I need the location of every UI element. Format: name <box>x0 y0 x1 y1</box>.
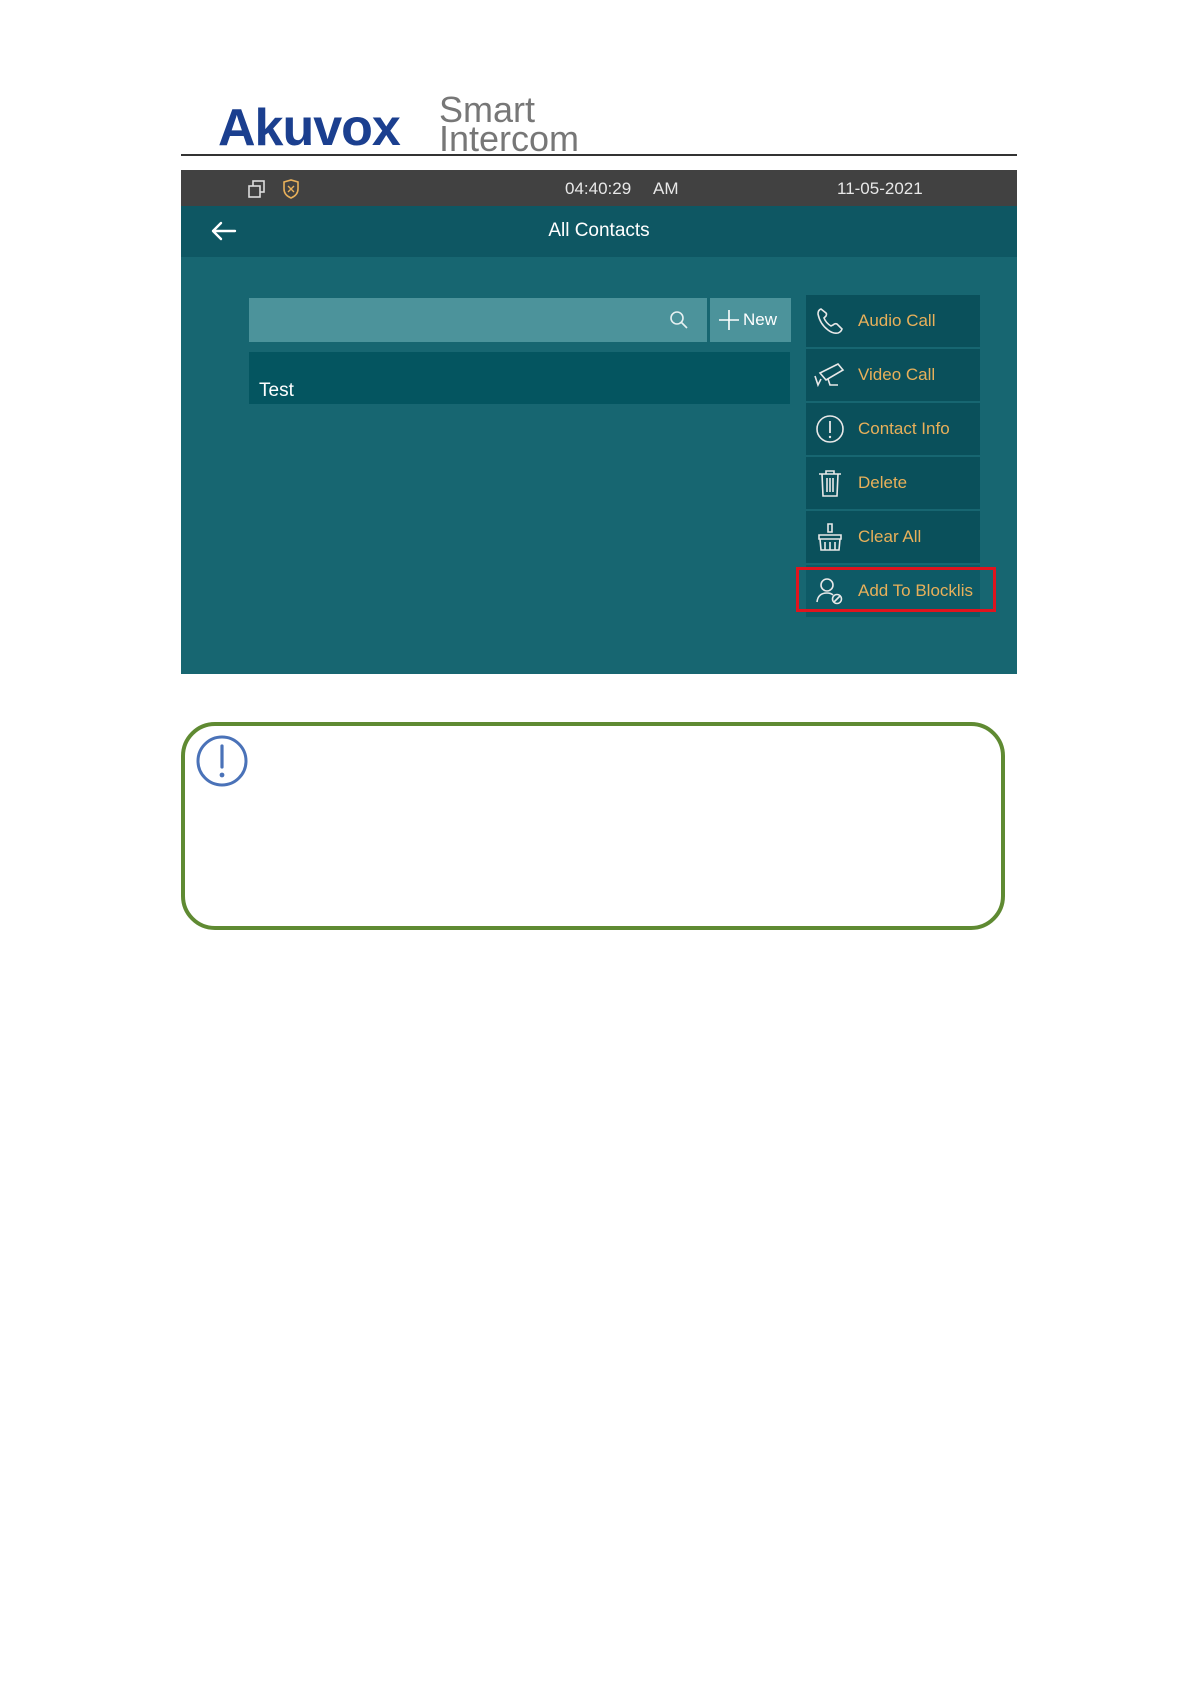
device-screen: 04:40:29 AM 11-05-2021 All Contacts New … <box>181 170 1017 674</box>
contact-list-item[interactable]: Test <box>249 352 790 404</box>
new-button-label: New <box>743 310 778 329</box>
broom-icon <box>818 523 842 551</box>
header-divider <box>181 154 1017 156</box>
phone-icon <box>817 308 843 334</box>
status-bar: 04:40:29 AM 11-05-2021 <box>181 170 1017 206</box>
logo-brand-text: Akuvox <box>218 99 401 157</box>
contact-name: Test <box>259 380 294 401</box>
video-call-button[interactable]: Video Call <box>806 349 980 403</box>
title-bar: All Contacts <box>181 206 1017 257</box>
contact-info-label: Contact Info <box>858 419 950 438</box>
status-ampm: AM <box>653 179 679 198</box>
highlight-annotation <box>796 567 996 612</box>
trash-icon <box>819 470 841 497</box>
new-contact-button[interactable]: New <box>710 298 791 342</box>
search-input[interactable] <box>249 298 707 342</box>
note-box <box>181 722 1005 930</box>
page-title: All Contacts <box>548 220 650 241</box>
shield-icon <box>283 179 299 199</box>
delete-label: Delete <box>858 473 908 492</box>
status-date: 11-05-2021 <box>837 179 923 198</box>
plus-icon <box>719 310 739 330</box>
exclamation-icon <box>196 735 248 787</box>
video-call-label: Video Call <box>858 365 936 384</box>
delete-button[interactable]: Delete <box>806 457 980 511</box>
logo-tagline-intercom: Intercom <box>439 118 580 159</box>
window-switch-icon <box>248 180 265 198</box>
audio-call-label: Audio Call <box>858 311 936 330</box>
camera-icon <box>814 363 845 388</box>
audio-call-button[interactable]: Audio Call <box>806 295 980 349</box>
info-icon <box>816 415 844 443</box>
contact-info-button[interactable]: Contact Info <box>806 403 980 457</box>
clear-all-label: Clear All <box>858 527 922 546</box>
search-icon[interactable] <box>669 310 689 330</box>
status-time: 04:40:29 <box>565 179 632 198</box>
clear-all-button[interactable]: Clear All <box>806 511 980 565</box>
